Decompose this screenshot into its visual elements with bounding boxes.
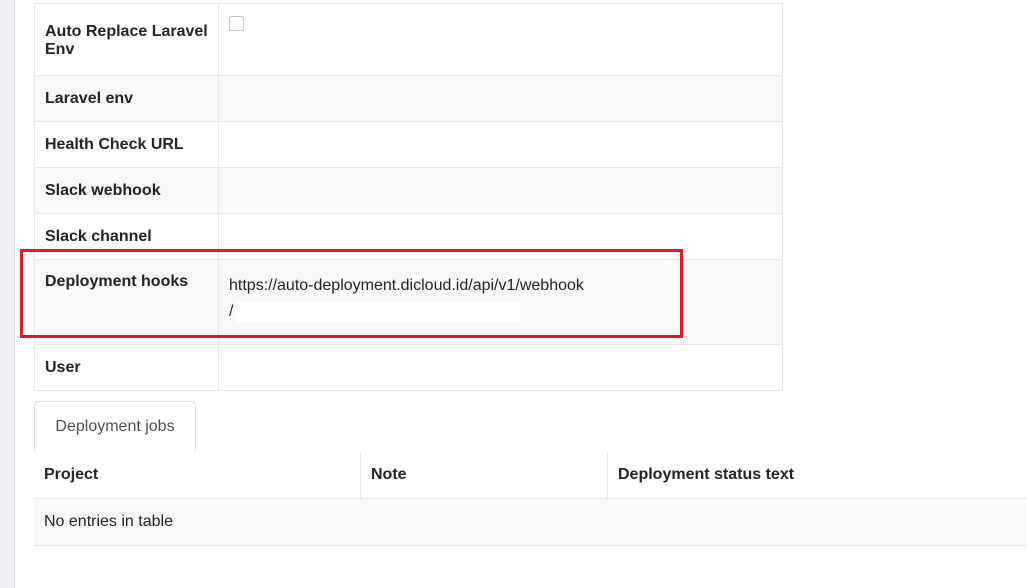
detail-value — [218, 3, 783, 76]
detail-row-health-check: Health Check URL — [34, 121, 783, 168]
health-check-label: Health Check URL — [34, 121, 219, 168]
user-label: User — [34, 344, 219, 391]
detail-row-laravel-env: Laravel env — [34, 75, 783, 122]
column-header-status-text[interactable]: Deployment status text — [607, 452, 1027, 499]
table-header-row: Project Note Deployment status text — [34, 452, 1027, 499]
column-header-project[interactable]: Project — [34, 452, 361, 499]
detail-row-auto-replace: Auto Replace Laravel Env — [34, 3, 783, 76]
slack-webhook-label: Slack webhook — [34, 167, 219, 214]
auto-replace-label-line1: Auto Replace Laravel — [45, 22, 208, 40]
empty-table-message: No entries in table — [34, 498, 1027, 546]
sidebar-edge — [0, 0, 15, 588]
auto-replace-label-line2: Env — [45, 40, 75, 58]
user-value — [218, 344, 783, 391]
highlight-annotation-box — [20, 249, 683, 338]
slack-webhook-value — [218, 167, 783, 214]
health-check-value — [218, 121, 783, 168]
tab-deployment-jobs[interactable]: Deployment jobs — [34, 401, 196, 452]
detail-row-user: User — [34, 344, 783, 391]
laravel-env-label: Laravel env — [34, 75, 219, 122]
auto-replace-checkbox[interactable] — [229, 15, 244, 31]
deployment-jobs-table: Project Note Deployment status text No e… — [34, 452, 1027, 546]
column-header-note[interactable]: Note — [360, 452, 608, 499]
table-row: No entries in table — [34, 498, 1027, 546]
detail-key: Auto Replace Laravel Env — [34, 3, 219, 76]
detail-row-slack-webhook: Slack webhook — [34, 167, 783, 214]
laravel-env-value — [218, 75, 783, 122]
